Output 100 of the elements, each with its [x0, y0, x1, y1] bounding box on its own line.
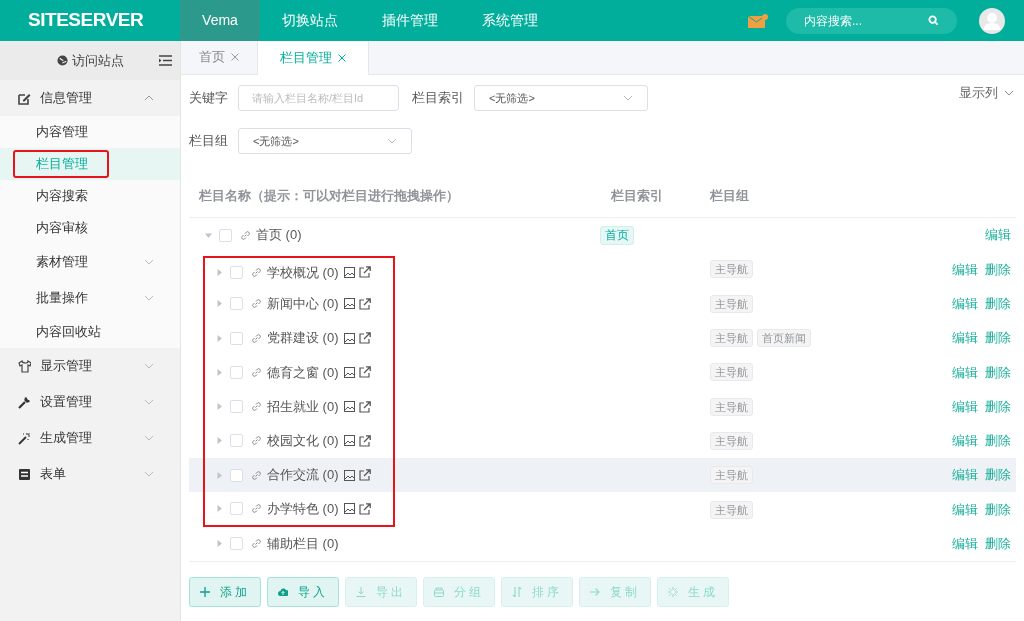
column-header: 栏目索引	[610, 186, 664, 205]
toolbar-button[interactable]: 导入	[267, 576, 339, 607]
close-icon	[338, 54, 346, 62]
sidebar-subitem[interactable]: 批量操作	[0, 280, 180, 316]
sidebar-subitem[interactable]: 内容搜索	[0, 180, 180, 212]
external-link-icon	[358, 332, 371, 345]
external-link-icon	[358, 434, 371, 447]
checkbox[interactable]	[230, 537, 243, 551]
cloud-upload-icon	[278, 586, 288, 597]
link-icon	[240, 229, 251, 241]
sidebar-subitem[interactable]: 素材管理	[0, 244, 180, 280]
sidebar-item[interactable]: 表单	[0, 456, 180, 492]
nav-tab[interactable]: 系统管理	[460, 0, 560, 41]
sidebar-subitem[interactable]: 栏目管理	[0, 148, 180, 180]
action-link[interactable]: 删除	[985, 362, 1011, 383]
group-tag: 主导航	[710, 431, 753, 450]
chevron-down-icon	[623, 95, 633, 101]
checkbox[interactable]	[230, 434, 243, 448]
action-link[interactable]: 编辑	[952, 431, 978, 451]
nav-tab[interactable]: 切换站点	[260, 0, 360, 41]
arrow-right-icon	[590, 586, 600, 597]
sidebar-subitem[interactable]: 内容审核	[0, 212, 180, 244]
action-link[interactable]: 编辑	[952, 294, 978, 314]
channel-name[interactable]: 新闻中心 (0)	[267, 294, 339, 314]
menu-icon	[159, 55, 172, 66]
tab[interactable]: 栏目管理	[257, 41, 369, 75]
channel-name[interactable]: 办学特色 (0)	[267, 498, 339, 519]
checkbox[interactable]	[230, 331, 243, 345]
checkbox[interactable]	[230, 297, 243, 311]
action-link[interactable]: 删除	[985, 534, 1011, 554]
checkbox[interactable]	[230, 400, 243, 414]
action-link[interactable]: 编辑	[952, 259, 978, 280]
action-link[interactable]: 删除	[985, 431, 1011, 451]
group-tag: 主导航	[710, 294, 753, 313]
channel-name[interactable]: 首页 (0)	[256, 225, 302, 245]
nav-tab[interactable]: 插件管理	[360, 0, 460, 41]
action-link[interactable]: 删除	[985, 328, 1011, 348]
channel-name[interactable]: 招生就业 (0)	[267, 396, 339, 417]
action-link[interactable]: 删除	[985, 465, 1011, 485]
external-link-icon	[358, 266, 371, 279]
action-link[interactable]: 编辑	[952, 465, 978, 485]
channel-name[interactable]: 合作交流 (0)	[267, 465, 339, 485]
action-link[interactable]: 编辑	[952, 534, 978, 554]
channel-name[interactable]: 学校概况 (0)	[267, 262, 339, 283]
select-field[interactable]: <无筛选>	[238, 128, 412, 154]
folder-icon	[434, 586, 444, 597]
checkbox[interactable]	[230, 265, 243, 279]
action-link[interactable]: 编辑	[952, 362, 978, 383]
action-link[interactable]: 编辑	[952, 396, 978, 417]
checkbox[interactable]	[230, 468, 243, 482]
channel-name[interactable]: 德育之窗 (0)	[267, 362, 339, 383]
show-columns-dropdown[interactable]: 显示列	[959, 83, 1014, 103]
channel-name[interactable]: 辅助栏目 (0)	[267, 534, 339, 554]
close-icon	[231, 53, 239, 61]
link-icon	[251, 366, 262, 378]
sidebar-subitem[interactable]: 内容管理	[0, 116, 180, 148]
group-tag: 主导航	[710, 466, 753, 485]
action-link[interactable]: 删除	[985, 396, 1011, 417]
channel-name[interactable]: 校园文化 (0)	[267, 431, 339, 451]
sidebar-item[interactable]: 设置管理	[0, 384, 180, 420]
sidebar-subitem[interactable]: 内容回收站	[0, 316, 180, 348]
group-tag: 主导航	[710, 500, 753, 519]
group-tag: 主导航	[710, 260, 753, 279]
search-icon	[928, 15, 939, 26]
group-tag: 主导航	[710, 329, 753, 348]
toolbar-button[interactable]: 添加	[189, 576, 261, 607]
action-link[interactable]: 编辑	[952, 499, 978, 520]
external-link-icon	[358, 502, 371, 515]
external-link-icon	[358, 297, 371, 310]
select-field[interactable]: <无筛选>	[474, 85, 648, 111]
form-icon	[18, 467, 31, 481]
sparkle-icon	[668, 586, 678, 597]
search-field[interactable]: 内容搜索...	[786, 7, 957, 34]
keyword-input[interactable]: 请输入栏目名称/栏目Id	[238, 85, 399, 111]
checkbox[interactable]	[230, 502, 243, 515]
field-label: 关键字	[189, 89, 228, 108]
field-label: 栏目索引	[412, 89, 464, 108]
plus-icon	[200, 586, 210, 597]
action-link[interactable]: 删除	[985, 294, 1011, 314]
checkbox[interactable]	[219, 228, 232, 242]
action-link[interactable]: 删除	[985, 259, 1011, 280]
column-header: 栏目名称（提示：可以对栏目进行拖拽操作）	[198, 186, 460, 205]
action-link[interactable]: 编辑	[952, 328, 978, 348]
sidebar-item[interactable]: 信息管理	[0, 80, 180, 116]
external-link-icon	[358, 366, 371, 379]
nav-tab[interactable]: Vema	[180, 0, 260, 41]
link-icon	[251, 469, 262, 481]
sort-icon	[512, 586, 522, 597]
visit-site-link[interactable]: 访问站点	[71, 50, 124, 71]
tab[interactable]: 首页	[181, 41, 257, 74]
group-tag: 主导航	[710, 363, 753, 382]
channel-name[interactable]: 党群建设 (0)	[267, 328, 339, 348]
checkbox[interactable]	[230, 365, 243, 379]
chevron-down-icon	[1004, 89, 1014, 96]
action-link[interactable]: 编辑	[985, 225, 1011, 245]
sidebar-item[interactable]: 显示管理	[0, 348, 180, 384]
sidebar-item[interactable]: 生成管理	[0, 420, 180, 456]
action-link[interactable]: 删除	[985, 499, 1011, 520]
link-icon	[251, 266, 262, 278]
shirt-icon	[18, 359, 31, 373]
